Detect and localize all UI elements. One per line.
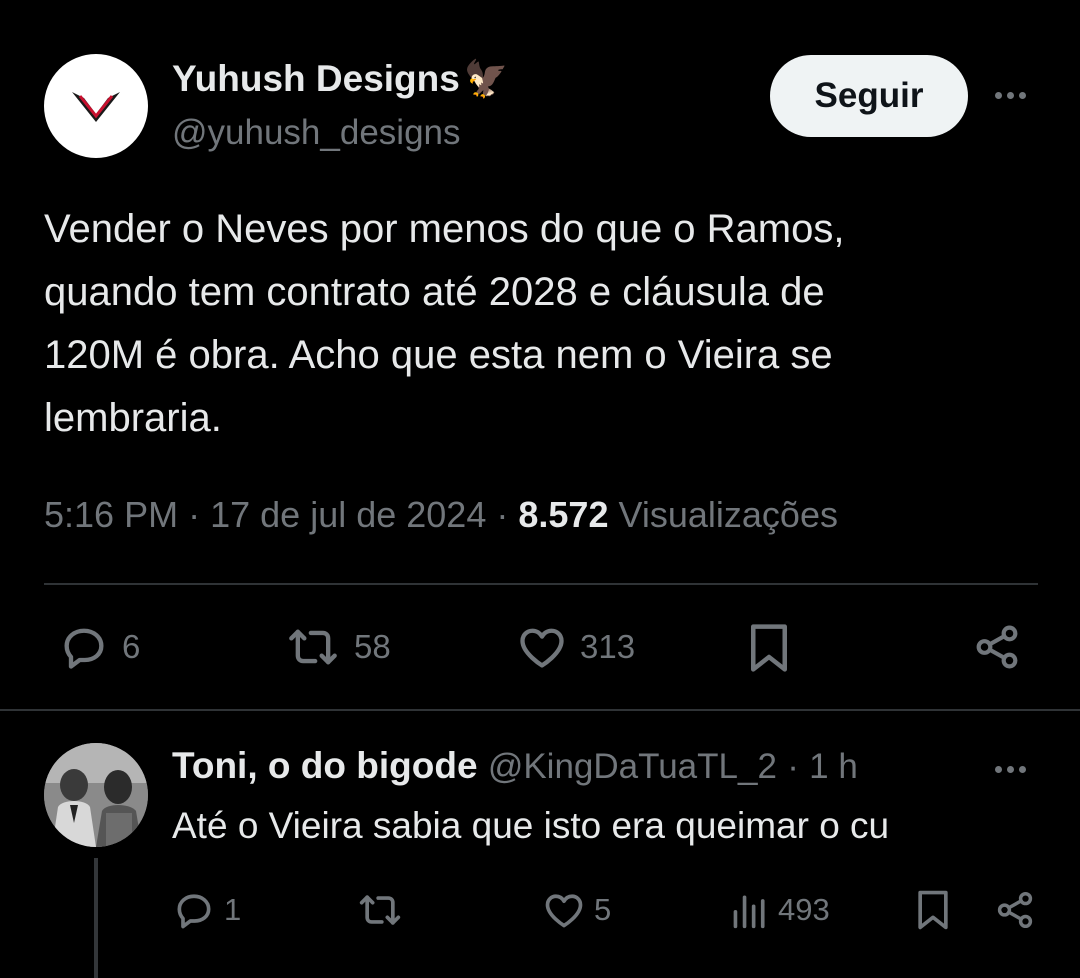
thread-line (94, 858, 98, 978)
reply-icon (64, 628, 104, 669)
share-button[interactable] (972, 621, 1022, 673)
reply-avatar[interactable] (44, 743, 148, 847)
reply-text: Até o Vieira sabia que isto era queimar … (172, 805, 890, 846)
like-icon (520, 628, 564, 668)
reply-icon (177, 894, 211, 929)
reply-like-count: 5 (594, 892, 612, 927)
meta-separator: · (496, 494, 509, 535)
meta-separator: · (188, 494, 201, 535)
reply-time[interactable]: 1 h (809, 747, 858, 786)
reply-header: Toni, o do bigode @KingDaTuaTL_2 · 1 h (172, 745, 858, 787)
bookmark-button[interactable] (746, 621, 792, 675)
reply-reply-button[interactable]: 1 (172, 888, 241, 932)
follow-button[interactable]: Seguir (770, 55, 968, 137)
reply-reply-count: 1 (224, 892, 242, 927)
retweet-count: 58 (354, 628, 391, 665)
views-label: Visualizações (618, 494, 838, 535)
divider (44, 583, 1038, 585)
tweet-text-line: quando tem contrato até 2028 e cláusula … (44, 270, 825, 314)
views-icon (733, 895, 765, 929)
tweet-date[interactable]: 17 de jul de 2024 (210, 494, 486, 535)
author-handle[interactable]: @yuhush_designs (172, 113, 461, 153)
brand-logo-icon (72, 92, 120, 122)
divider (0, 709, 1080, 711)
reply-bookmark-button[interactable] (914, 888, 952, 932)
more-options-icon[interactable] (995, 92, 1026, 99)
bookmark-icon (918, 890, 948, 930)
avatar-photo (44, 743, 148, 847)
views-count: 8.572 (518, 494, 609, 535)
author-name-text: Yuhush Designs (172, 58, 460, 99)
reply-views-count: 493 (778, 892, 830, 927)
retweet-icon (289, 629, 337, 665)
tweet-meta: 5:16 PM · 17 de jul de 2024 · 8.572 Visu… (44, 494, 838, 536)
tweet-text-line: lembraria. (44, 396, 222, 440)
reply-views-button[interactable]: 493 (730, 888, 830, 932)
share-icon (976, 625, 1018, 669)
reply-share-button[interactable] (994, 888, 1036, 932)
reply-retweet-button[interactable] (356, 888, 404, 932)
more-options-icon[interactable] (995, 766, 1026, 773)
author-avatar[interactable] (44, 54, 148, 158)
reply-like-button[interactable]: 5 (542, 888, 611, 932)
bookmark-icon (751, 624, 787, 672)
like-button[interactable]: 313 (516, 621, 635, 673)
reply-author-handle[interactable]: @KingDaTuaTL_2 (488, 747, 777, 786)
tweet-text-line: 120M é obra. Acho que esta nem o Vieira … (44, 333, 833, 377)
eagle-emoji-icon: 🦅 (463, 58, 509, 99)
retweet-button[interactable]: 58 (284, 621, 391, 673)
reply-author-name[interactable]: Toni, o do bigode (172, 745, 478, 786)
reply-count: 6 (122, 628, 141, 665)
meta-separator: · (787, 747, 799, 786)
like-count: 313 (580, 628, 636, 665)
tweet-time[interactable]: 5:16 PM (44, 494, 178, 535)
tweet-text-line: Vender o Neves por menos do que o Ramos, (44, 207, 845, 251)
tweet-text: Vender o Neves por menos do que o Ramos,… (44, 198, 1044, 450)
share-icon (997, 891, 1033, 929)
retweet-icon (359, 895, 401, 925)
author-name[interactable]: Yuhush Designs 🦅 (172, 58, 509, 100)
reply-button[interactable]: 6 (58, 621, 140, 673)
like-icon (545, 894, 583, 928)
